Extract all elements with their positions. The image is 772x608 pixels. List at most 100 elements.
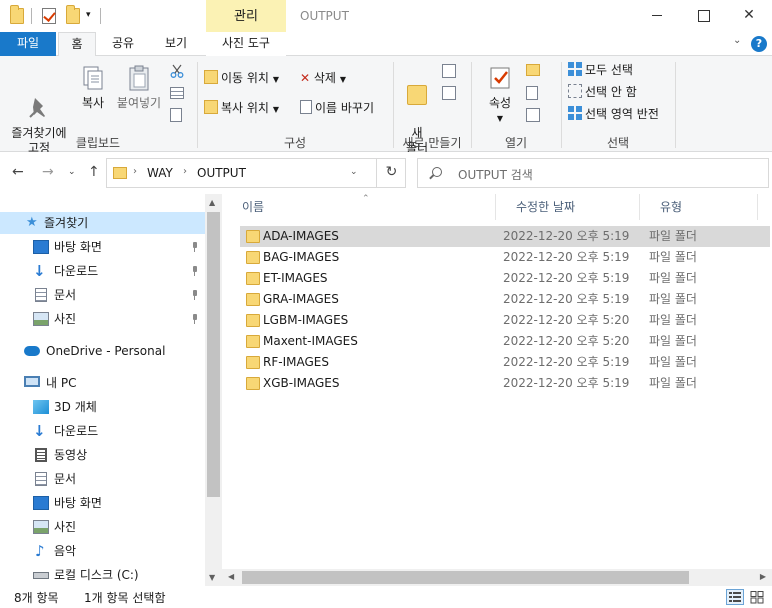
copy-label: 복사 (81, 96, 105, 110)
nav-item-pictures-pinned[interactable]: 사진 (0, 308, 205, 330)
chevron-down-icon: ▼ (272, 105, 279, 114)
forward-button[interactable]: → (42, 164, 54, 180)
manage-tab[interactable]: 관리 (206, 0, 286, 32)
properties-button[interactable]: 속성 ▼ (482, 64, 518, 126)
file-row[interactable]: Maxent-IMAGES 2022-12-20 오후 5:20 파일 폴더 (240, 331, 770, 352)
column-header-date[interactable]: 수정한 날짜 (496, 194, 640, 220)
breadcrumb-chevron-icon[interactable]: › (183, 166, 187, 177)
file-row[interactable]: ET-IMAGES 2022-12-20 오후 5:19 파일 폴더 (240, 268, 770, 289)
nav-item-downloads-pinned[interactable]: ↓ 다운로드 (0, 260, 205, 282)
folder-icon (246, 356, 260, 369)
nav-item-this-pc[interactable]: 내 PC (0, 372, 205, 394)
file-row[interactable]: GRA-IMAGES 2022-12-20 오후 5:19 파일 폴더 (240, 289, 770, 310)
nav-item-downloads[interactable]: ↓ 다운로드 (0, 420, 205, 442)
column-header-type[interactable]: 유형 (640, 194, 758, 220)
refresh-button[interactable]: ↻ (376, 158, 406, 188)
scroll-right-icon[interactable]: ▶ (760, 572, 766, 581)
select-none-button[interactable]: 선택 안 함 (568, 82, 637, 102)
minimize-button[interactable] (634, 0, 680, 30)
nav-item-quick-access[interactable]: ★ 즐겨찾기 (0, 212, 205, 234)
file-row[interactable]: BAG-IMAGES 2022-12-20 오후 5:19 파일 폴더 (240, 247, 770, 268)
nav-item-desktop-pinned[interactable]: 바탕 화면 (0, 236, 205, 258)
cut-icon[interactable] (170, 64, 184, 81)
search-input[interactable]: OUTPUT 검색 (417, 158, 769, 188)
delete-button[interactable]: ✕ 삭제 ▼ (300, 68, 346, 88)
breadcrumb-way[interactable]: WAY (147, 166, 173, 180)
pin-icon[interactable] (191, 266, 199, 276)
column-header-name[interactable]: 이름 (222, 194, 496, 220)
details-view-button[interactable] (726, 589, 744, 605)
scroll-down-icon[interactable]: ▼ (209, 573, 215, 582)
file-name: XGB-IMAGES (263, 376, 340, 390)
folder-icon (10, 5, 24, 24)
easy-access-icon[interactable] (442, 86, 456, 100)
new-group-label: 새로 만들기 (402, 136, 462, 150)
scrollbar-thumb[interactable] (207, 212, 220, 497)
quick-access-dropdown-icon[interactable]: ▾ (86, 10, 91, 20)
tab-file[interactable]: 파일 (0, 32, 56, 56)
delete-label: 삭제 (313, 71, 336, 85)
new-item-icon[interactable] (442, 64, 456, 78)
address-dropdown-icon[interactable]: ⌄ (350, 167, 358, 177)
pin-icon[interactable] (191, 242, 199, 252)
download-icon: ↓ (33, 262, 46, 280)
file-list-horizontal-scrollbar[interactable]: ◀ ▶ (222, 569, 772, 586)
tab-share[interactable]: 공유 (100, 32, 146, 56)
new-folder-quick-access-icon[interactable] (66, 5, 80, 24)
up-button[interactable]: ↑ (88, 164, 100, 180)
paste-button[interactable]: 붙여넣기 (114, 64, 164, 111)
nav-item-documents-pinned[interactable]: 문서 (0, 284, 205, 306)
nav-item-3d-objects[interactable]: 3D 개체 (0, 396, 205, 418)
breadcrumb-output[interactable]: OUTPUT (197, 166, 246, 180)
invert-selection-button[interactable]: 선택 영역 반전 (568, 104, 659, 124)
scroll-left-icon[interactable]: ◀ (228, 572, 234, 581)
video-icon (35, 448, 47, 462)
open-icon[interactable] (526, 64, 540, 76)
file-date: 2022-12-20 오후 5:19 (503, 229, 630, 243)
file-type: 파일 폴더 (649, 376, 697, 390)
close-button[interactable]: ✕ (726, 0, 772, 30)
paste-label: 붙여넣기 (116, 96, 162, 110)
nav-item-local-disk[interactable]: 로컬 디스크 (C:) (0, 564, 205, 586)
maximize-button[interactable] (680, 0, 726, 30)
move-to-button[interactable]: 이동 위치 ▼ (204, 68, 279, 88)
pin-icon[interactable] (191, 290, 199, 300)
scrollbar-thumb[interactable] (242, 571, 689, 584)
address-bar[interactable]: › WAY › OUTPUT ⌄ (106, 158, 406, 188)
scroll-up-icon[interactable]: ▲ (209, 198, 215, 207)
large-icons-view-button[interactable] (748, 589, 766, 605)
ribbon-collapse-icon[interactable]: ⌄ (733, 35, 741, 46)
tab-photo-tools[interactable]: 사진 도구 (206, 32, 286, 56)
history-icon[interactable] (526, 108, 540, 122)
file-row[interactable]: RF-IMAGES 2022-12-20 오후 5:19 파일 폴더 (240, 352, 770, 373)
rename-button[interactable]: 이름 바꾸기 (300, 98, 374, 118)
nav-item-videos[interactable]: 동영상 (0, 444, 205, 466)
help-icon[interactable]: ? (751, 36, 767, 52)
select-all-button[interactable]: 모두 선택 (568, 60, 633, 80)
pin-icon[interactable] (191, 314, 199, 324)
tab-view[interactable]: 보기 (150, 32, 202, 56)
recent-locations-icon[interactable]: ⌄ (68, 167, 76, 177)
edit-icon[interactable] (526, 86, 538, 100)
nav-item-music[interactable]: ♪ 음악 (0, 540, 205, 562)
nav-pane-scrollbar[interactable]: ▲ ▼ (205, 194, 222, 586)
nav-item-onedrive[interactable]: OneDrive - Personal (0, 340, 205, 362)
file-date: 2022-12-20 오후 5:19 (503, 355, 630, 369)
paste-shortcut-icon[interactable] (170, 108, 182, 122)
nav-item-documents[interactable]: 문서 (0, 468, 205, 490)
copy-to-button[interactable]: 복사 위치 ▼ (204, 98, 279, 118)
copy-path-icon[interactable] (170, 87, 184, 99)
nav-item-pictures[interactable]: 사진 (0, 516, 205, 538)
file-row[interactable]: ADA-IMAGES 2022-12-20 오후 5:19 파일 폴더 (240, 226, 770, 247)
file-row[interactable]: XGB-IMAGES 2022-12-20 오후 5:19 파일 폴더 (240, 373, 770, 394)
copy-button[interactable]: 복사 (76, 64, 110, 111)
breadcrumb-chevron-icon[interactable]: › (133, 166, 137, 177)
nav-item-desktop[interactable]: 바탕 화면 (0, 492, 205, 514)
ribbon-tabs: 파일 홈 공유 보기 사진 도구 ⌄ ? (0, 32, 772, 57)
file-date: 2022-12-20 오후 5:19 (503, 376, 630, 390)
properties-label: 속성 (488, 96, 512, 110)
back-button[interactable]: ← (12, 164, 24, 180)
properties-quick-access-icon[interactable] (42, 8, 56, 24)
tab-home[interactable]: 홈 (58, 32, 96, 57)
file-row[interactable]: LGBM-IMAGES 2022-12-20 오후 5:20 파일 폴더 (240, 310, 770, 331)
